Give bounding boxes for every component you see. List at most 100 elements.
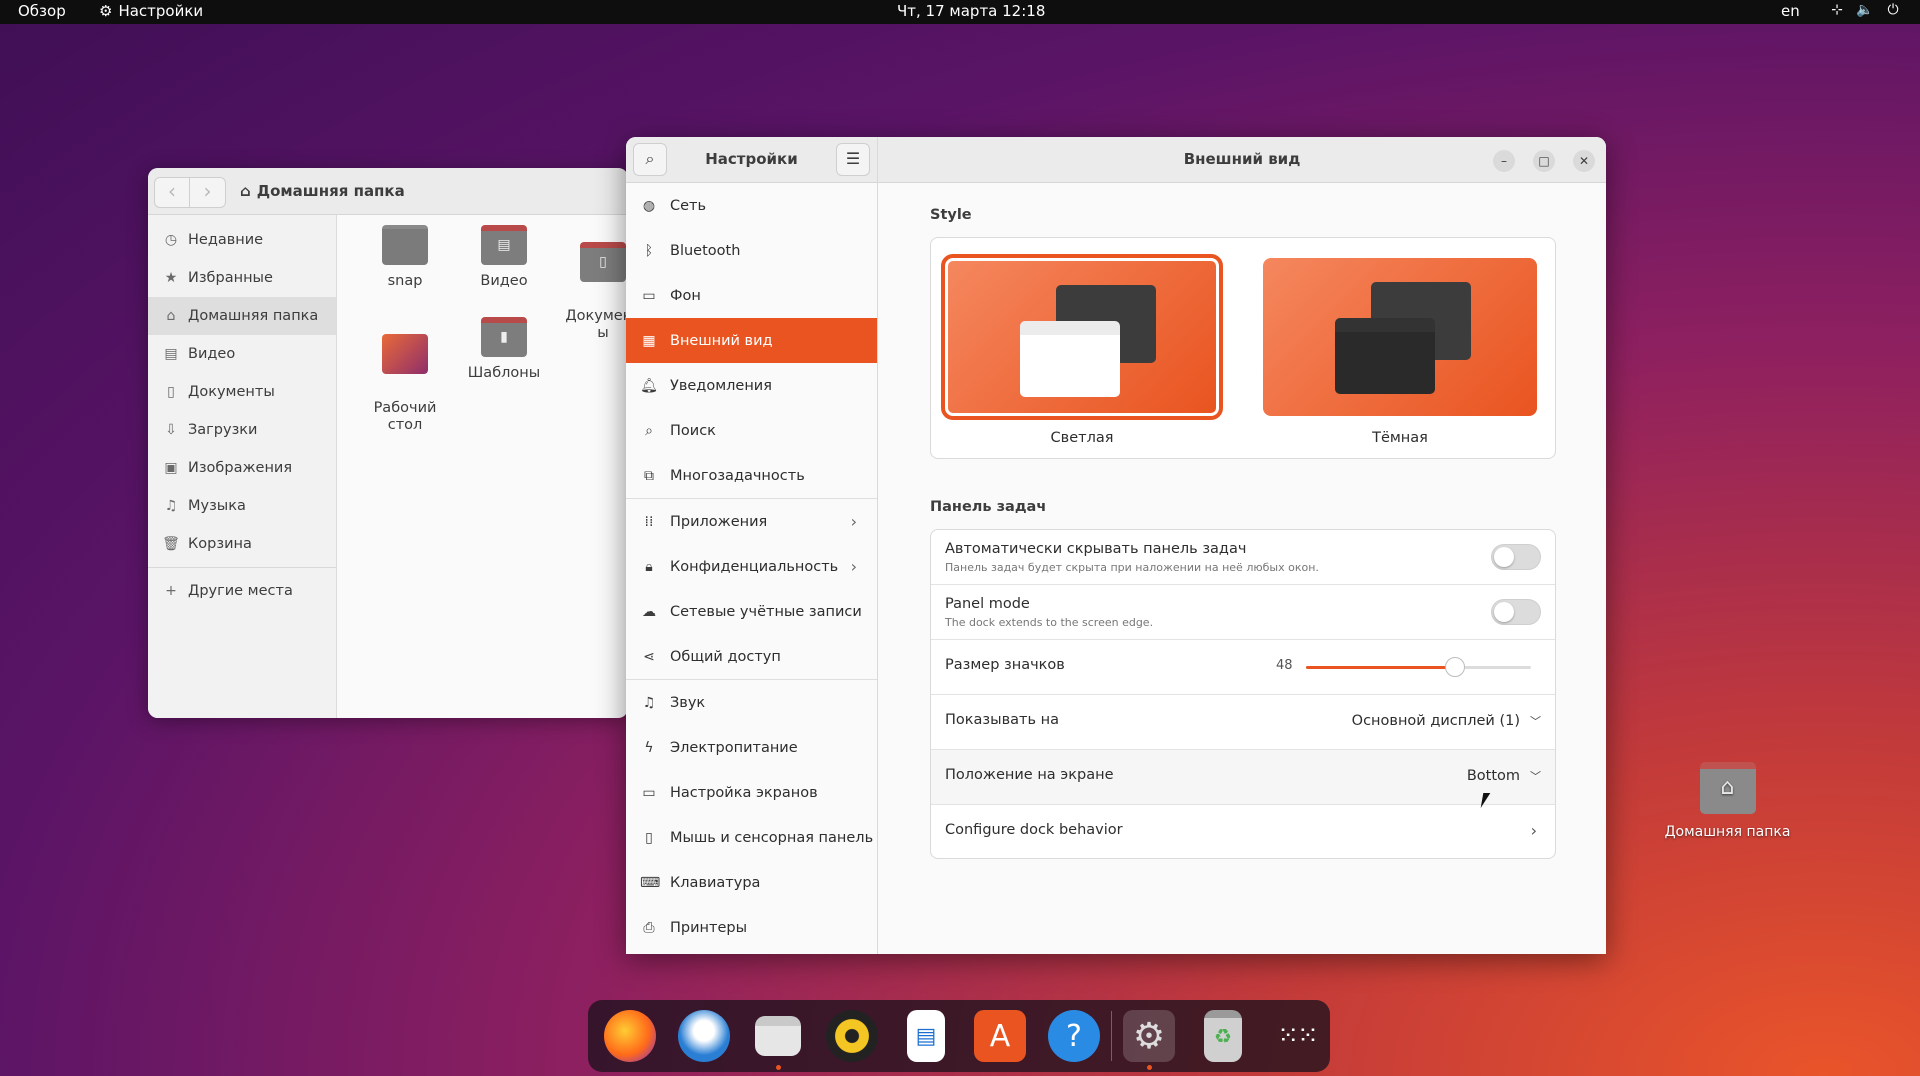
app-menu[interactable]: ⚙ Настройки <box>99 2 203 20</box>
row-title: Размер значков <box>945 657 1065 673</box>
show-on-dropdown[interactable]: Основной дисплей (1) ﹀ <box>1352 713 1541 729</box>
nav-online-accounts[interactable]: ☁ Сетевые учётные записи <box>626 589 877 634</box>
nav-multitasking[interactable]: ⧉ Многозадачность <box>626 453 877 498</box>
places-label: Домашняя папка <box>188 308 319 324</box>
slider-handle[interactable] <box>1444 657 1465 677</box>
activities-button[interactable]: Обзор <box>18 2 66 20</box>
places-other-locations[interactable]: + Другие места <box>148 572 336 610</box>
places-label: Видео <box>188 346 236 362</box>
folder-item[interactable]: Рабочий стол <box>357 307 453 452</box>
nav-label: Звук <box>670 694 706 711</box>
places-pictures[interactable]: ▣ Изображения <box>148 449 336 487</box>
nav-displays[interactable]: ▭ Настройка экранов <box>626 770 877 815</box>
desktop-home-folder[interactable]: ⌂ Домашняя папка <box>1660 762 1795 840</box>
theme-dark-option[interactable] <box>1263 258 1537 416</box>
path-bar[interactable]: ⌂ Домашняя папка <box>240 182 405 200</box>
folder-item[interactable]: snap <box>357 215 453 290</box>
files-icon[interactable] <box>755 1016 801 1070</box>
places-downloads[interactable]: ⇩ Загрузки <box>148 411 336 449</box>
dock-separator <box>1111 1011 1112 1061</box>
app-center-icon[interactable]: A <box>974 1010 1026 1062</box>
system-tray[interactable]: ⊹ 🔈 ⏻ <box>1828 2 1902 18</box>
nav-sharing[interactable]: ⋖ Общий доступ <box>626 634 877 679</box>
nav-appearance[interactable]: ▦ Внешний вид <box>626 318 877 363</box>
places-music[interactable]: ♫ Музыка <box>148 487 336 525</box>
position-row[interactable]: Положение на экране Bottom ﹀ <box>931 750 1555 805</box>
nav-printers[interactable]: ⎙ Принтеры <box>626 905 877 950</box>
nav-network[interactable]: ◍ Сеть <box>626 183 877 228</box>
thunderbird-icon[interactable] <box>678 1010 730 1062</box>
image-icon: ▣ <box>164 460 178 476</box>
folder-item[interactable]: ▯ Документ ы <box>555 215 628 360</box>
folder-label: Документ ы <box>565 307 628 342</box>
nav-mouse[interactable]: ▯ Мышь и сенсорная панель <box>626 815 877 860</box>
nav-background[interactable]: ▭ Фон <box>626 273 877 318</box>
forward-button[interactable]: › <box>190 177 226 208</box>
icon-size-row: Размер значков 48 <box>931 640 1555 695</box>
folder-label: Шаблоны <box>467 365 541 381</box>
help-icon[interactable]: ? <box>1048 1010 1100 1062</box>
nav-notifications[interactable]: 🔔︎ Уведомления <box>626 363 877 408</box>
files-sidebar: ◷ Недавние ★ Избранные ⌂ Домашняя папка ▤ Ви… <box>148 215 337 718</box>
show-on-row[interactable]: Показывать на Основной дисплей (1) ﹀ <box>931 695 1555 750</box>
volume-icon: 🔈 <box>1856 2 1874 18</box>
nav-power[interactable]: ϟ Электропитание <box>626 725 877 770</box>
app-grid-icon[interactable]: ⁙⁙ <box>1271 1010 1323 1062</box>
background-icon: ▭ <box>642 287 656 304</box>
slider-fill <box>1306 666 1455 669</box>
places-documents[interactable]: ▯ Документы <box>148 373 336 411</box>
power-icon: ⏻ <box>1887 2 1899 18</box>
menu-button[interactable]: ☰ <box>836 143 870 176</box>
places-label: Недавние <box>188 232 264 248</box>
chevron-down-icon: ﹀ <box>1530 715 1541 728</box>
document-icon: ▯ <box>167 384 175 400</box>
maximize-icon: □ <box>1538 154 1550 168</box>
nav-label: Клавиатура <box>670 874 761 891</box>
settings-sidebar: ⌕ Настройки ☰ ◍ Сеть ᛒ Bluetooth ▭ Фон ▦ Вне… <box>626 137 878 954</box>
autohide-row[interactable]: Автоматически скрывать панель задач Пане… <box>931 530 1555 585</box>
row-title: Panel mode <box>945 596 1030 612</box>
close-button[interactable]: ✕ <box>1573 150 1595 172</box>
icon-size-slider[interactable] <box>1306 657 1531 677</box>
trash-icon[interactable]: ♻ <box>1204 1010 1242 1062</box>
nav-search[interactable]: ⌕ Поиск <box>626 408 877 453</box>
nav-keyboard[interactable]: ⌨ Клавиатура <box>626 860 877 905</box>
firefox-icon[interactable] <box>604 1010 656 1062</box>
clock[interactable]: Чт, 17 марта 12:18 <box>897 2 1045 20</box>
rhythmbox-icon[interactable] <box>826 1010 878 1062</box>
places-home[interactable]: ⌂ Домашняя папка <box>148 297 336 335</box>
folder-item[interactable]: ▮ Шаблоны <box>456 307 552 382</box>
folder-item[interactable]: ▤ Видео <box>456 215 552 290</box>
share-icon: ⋖ <box>643 648 655 665</box>
mouse-icon: ▯ <box>645 829 653 846</box>
nav-applications[interactable]: ⁞⁞ Приложения › <box>626 499 877 544</box>
theme-light-label: Светлая <box>1050 430 1114 446</box>
places-trash[interactable]: 🗑 Корзина <box>148 525 336 563</box>
maximize-button[interactable]: □ <box>1533 150 1555 172</box>
folder-label: Рабочий стол <box>373 399 437 434</box>
autohide-toggle[interactable] <box>1491 544 1541 570</box>
chevron-right-icon: › <box>850 512 857 531</box>
files-view: snap ▤ Видео ▯ Документ ы Рабочий стол ▮… <box>337 215 628 718</box>
panel-mode-toggle[interactable] <box>1491 599 1541 625</box>
places-recent[interactable]: ◷ Недавние <box>148 221 336 259</box>
places-videos[interactable]: ▤ Видео <box>148 335 336 373</box>
minimize-button[interactable]: – <box>1493 150 1515 172</box>
folder-label: snap <box>387 273 423 289</box>
position-dropdown[interactable]: Bottom ﹀ <box>1467 768 1541 784</box>
desktop-folder-icon <box>382 334 428 375</box>
nav-privacy[interactable]: 🔒︎ Конфиденциальность › <box>626 544 877 589</box>
writer-icon[interactable]: ▤ <box>907 1010 945 1062</box>
panel-mode-row[interactable]: Panel mode The dock extends to the scree… <box>931 585 1555 640</box>
bell-icon: 🔔︎ <box>640 377 658 394</box>
theme-light-option[interactable] <box>941 254 1223 420</box>
input-language[interactable]: en <box>1781 2 1800 20</box>
places-starred[interactable]: ★ Избранные <box>148 259 336 297</box>
settings-icon[interactable]: ⚙ <box>1123 1010 1175 1070</box>
nav-bluetooth[interactable]: ᛒ Bluetooth <box>626 228 877 273</box>
gear-icon: ⚙ <box>99 2 113 20</box>
nav-sound[interactable]: ♫ Звук <box>626 680 877 725</box>
configure-dock-row[interactable]: Configure dock behavior › <box>931 805 1555 858</box>
back-button[interactable]: ‹ <box>154 177 190 208</box>
files-headerbar: ‹ › ⌂ Домашняя папка <box>148 168 628 215</box>
